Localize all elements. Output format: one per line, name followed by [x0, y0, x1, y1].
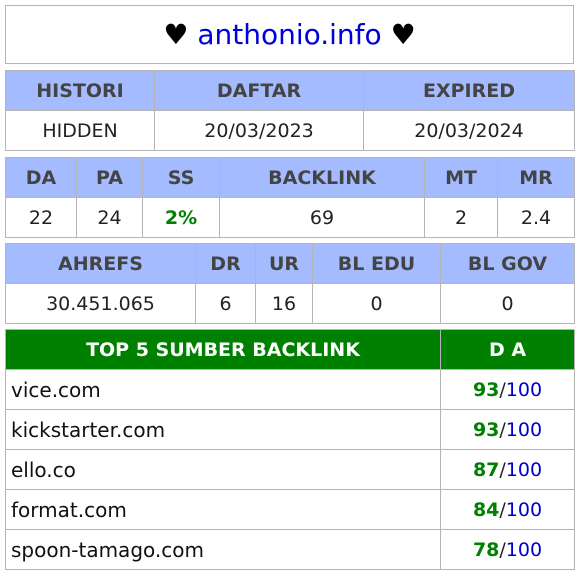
backlink-site: format.com	[5, 489, 441, 530]
header-dr: DR	[195, 243, 256, 284]
header-top5-sources: TOP 5 SUMBER BACKLINK	[5, 329, 441, 370]
table-row: ello.co 87/100	[5, 449, 575, 490]
da-max: 100	[505, 458, 543, 481]
da-value: 78	[472, 538, 500, 561]
value-ahrefs: 30.451.065	[5, 283, 196, 324]
value-daftar: 20/03/2023	[154, 110, 364, 151]
value-pa: 24	[76, 197, 143, 238]
table-row: format.com 84/100	[5, 489, 575, 530]
metrics-table: DA PA SS BACKLINK MT MR 22 24 2% 69 2 2.…	[5, 157, 575, 238]
backlink-sources-table: TOP 5 SUMBER BACKLINK D A vice.com 93/10…	[5, 329, 575, 570]
value-expired: 20/03/2024	[363, 110, 575, 151]
heart-right-icon: ♥	[390, 18, 416, 51]
da-max: 100	[505, 498, 543, 521]
value-bl-gov: 0	[440, 283, 575, 324]
header-bl-edu: BL EDU	[312, 243, 441, 284]
value-bl-edu: 0	[312, 283, 441, 324]
value-histori: HIDDEN	[5, 110, 155, 151]
header-histori: HISTORI	[5, 70, 155, 111]
backlink-da: 84/100	[440, 489, 575, 530]
da-value: 93	[472, 418, 500, 441]
header-mt: MT	[424, 157, 498, 198]
da-value: 84	[472, 498, 500, 521]
da-max: 100	[505, 378, 543, 401]
heart-left-icon: ♥	[163, 18, 189, 51]
value-backlink: 69	[219, 197, 425, 238]
ahrefs-table: AHREFS DR UR BL EDU BL GOV 30.451.065 6 …	[5, 243, 575, 324]
page-title: ♥ anthonio.info ♥	[5, 5, 574, 64]
value-ur: 16	[255, 283, 313, 324]
backlink-site: kickstarter.com	[5, 409, 441, 450]
header-pa: PA	[76, 157, 143, 198]
value-dr: 6	[195, 283, 256, 324]
header-mr: MR	[497, 157, 575, 198]
header-expired: EXPIRED	[363, 70, 575, 111]
backlink-da: 93/100	[440, 409, 575, 450]
domain-link[interactable]: anthonio.info	[197, 18, 381, 51]
value-mt: 2	[424, 197, 498, 238]
value-ss: 2%	[142, 197, 220, 238]
da-max: 100	[505, 538, 543, 561]
value-da: 22	[5, 197, 77, 238]
header-daftar: DAFTAR	[154, 70, 364, 111]
header-bl-gov: BL GOV	[440, 243, 575, 284]
da-value: 87	[472, 458, 500, 481]
table-row: vice.com 93/100	[5, 369, 575, 410]
history-table: HISTORI DAFTAR EXPIRED HIDDEN 20/03/2023…	[5, 70, 575, 151]
backlink-site: vice.com	[5, 369, 441, 410]
title-box: ♥ anthonio.info ♥	[5, 5, 574, 64]
backlink-da: 78/100	[440, 529, 575, 570]
table-row: spoon-tamago.com 78/100	[5, 529, 575, 570]
header-da: DA	[5, 157, 77, 198]
da-value: 93	[472, 378, 500, 401]
header-ur: UR	[255, 243, 313, 284]
value-mr: 2.4	[497, 197, 575, 238]
backlink-da: 87/100	[440, 449, 575, 490]
backlink-site: spoon-tamago.com	[5, 529, 441, 570]
header-ss: SS	[142, 157, 220, 198]
da-max: 100	[505, 418, 543, 441]
header-da-score: D A	[440, 329, 575, 370]
backlink-site: ello.co	[5, 449, 441, 490]
backlink-da: 93/100	[440, 369, 575, 410]
header-ahrefs: AHREFS	[5, 243, 196, 284]
header-backlink: BACKLINK	[219, 157, 425, 198]
table-row: kickstarter.com 93/100	[5, 409, 575, 450]
